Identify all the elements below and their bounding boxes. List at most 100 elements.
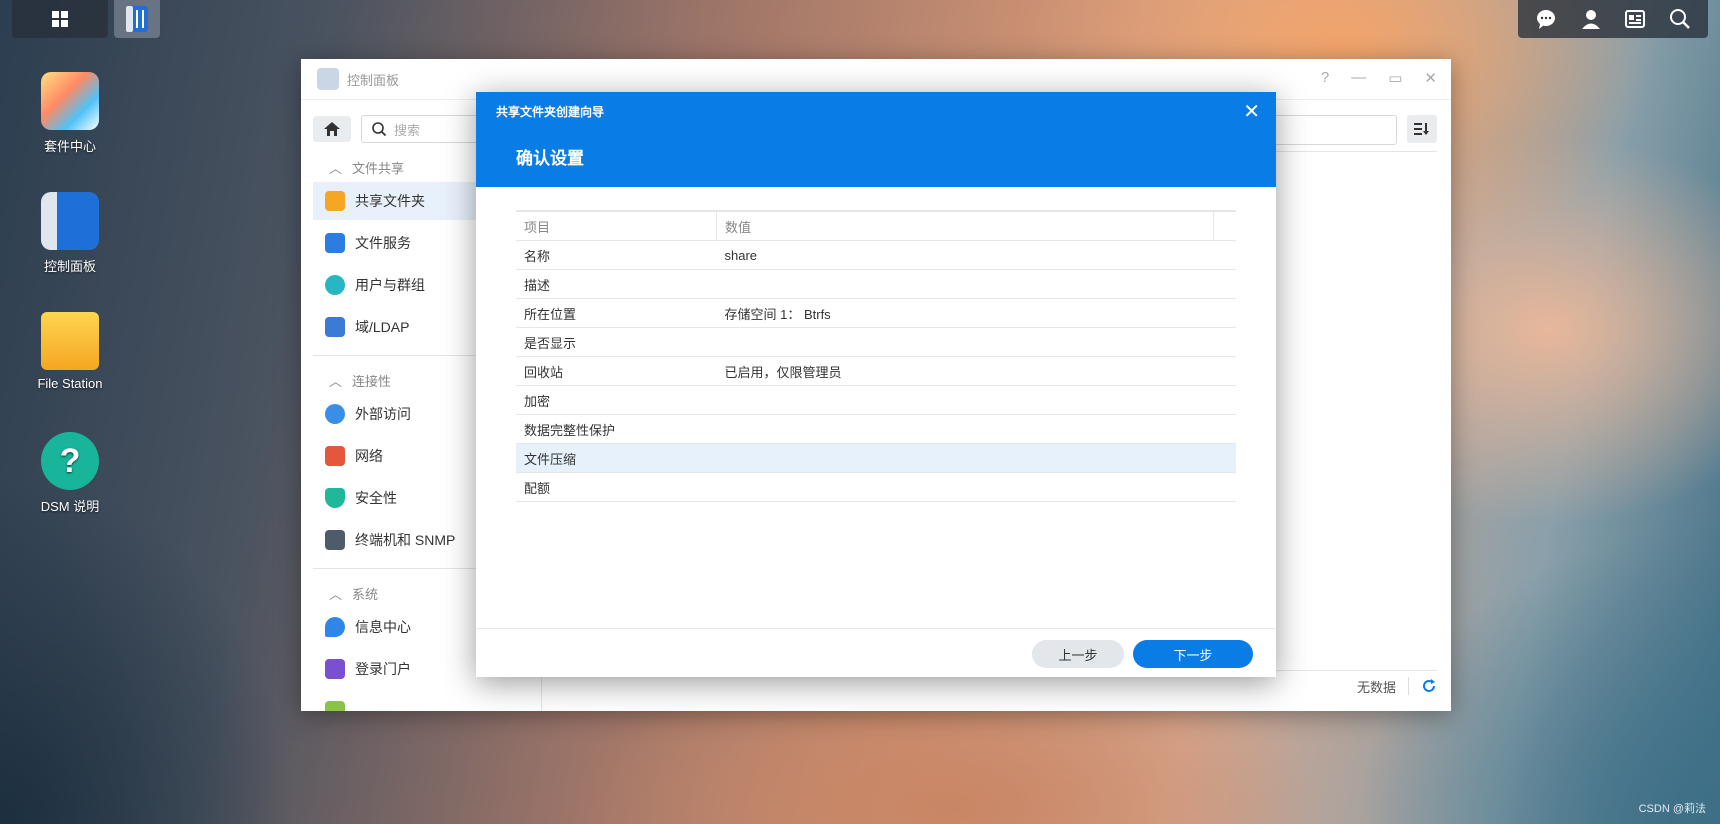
sidebar-item-label: 用户与群组 bbox=[355, 277, 425, 293]
maximize-icon[interactable]: ▭ bbox=[1388, 69, 1402, 87]
taskbar-left bbox=[12, 0, 160, 38]
region-icon bbox=[325, 701, 345, 711]
cell-item: 是否显示 bbox=[516, 327, 717, 357]
desktop-icon-label: DSM 说明 bbox=[40, 499, 100, 514]
table-header-row: 项目 数值 bbox=[516, 211, 1236, 241]
info-icon bbox=[325, 617, 345, 637]
column-header-item[interactable]: 项目 bbox=[516, 211, 717, 241]
table-row-highlighted[interactable]: 文件压缩 bbox=[516, 443, 1236, 473]
search-placeholder: 搜索 bbox=[394, 122, 421, 138]
sidebar-item-label: 安全性 bbox=[355, 490, 397, 506]
table-row[interactable]: 描述 bbox=[516, 269, 1236, 299]
divider bbox=[1408, 677, 1409, 695]
search-icon bbox=[372, 122, 386, 136]
users-icon bbox=[325, 275, 345, 295]
login-portal-icon bbox=[325, 659, 345, 679]
table-row[interactable]: 数据完整性保护 bbox=[516, 414, 1236, 444]
minimize-icon[interactable]: — bbox=[1351, 69, 1366, 87]
cell-item: 回收站 bbox=[516, 356, 717, 386]
cell-item: 配额 bbox=[516, 472, 717, 502]
column-header-value[interactable]: 数值 bbox=[716, 211, 1214, 241]
sidebar-item-label: 网络 bbox=[355, 448, 383, 464]
chat-icon[interactable] bbox=[1535, 8, 1557, 30]
widgets-icon[interactable] bbox=[1624, 8, 1646, 30]
help-icon: ? bbox=[41, 432, 99, 490]
package-center-icon bbox=[41, 72, 99, 130]
settings-summary-table: 项目 数值 名称 share 描述 所在位置 存储空间 1： Btrfs 是否显示 … bbox=[516, 210, 1236, 502]
section-file-sharing[interactable]: ︿ 文件共享 bbox=[329, 158, 404, 177]
close-icon[interactable]: ✕ bbox=[1243, 102, 1260, 122]
cell-item: 数据完整性保护 bbox=[516, 414, 717, 444]
control-panel-icon bbox=[41, 192, 99, 250]
sidebar-item-label: 终端机和 SNMP bbox=[355, 532, 456, 548]
home-button[interactable] bbox=[313, 116, 351, 142]
watermark: CSDN @莉法 bbox=[1638, 803, 1706, 815]
desktop-icon-label: 控制面板 bbox=[43, 259, 96, 274]
external-access-icon bbox=[325, 404, 345, 424]
file-services-icon bbox=[325, 233, 345, 253]
cell-item: 名称 bbox=[516, 240, 717, 270]
cell-value bbox=[716, 269, 1236, 299]
cell-item: 加密 bbox=[516, 385, 717, 415]
folder-icon bbox=[41, 312, 99, 370]
next-button[interactable]: 下一步 bbox=[1133, 640, 1253, 668]
previous-button[interactable]: 上一步 bbox=[1032, 640, 1124, 668]
wizard-header: 共享文件夹创建向导 确认设置 ✕ bbox=[476, 92, 1276, 187]
cell-value bbox=[716, 327, 1236, 357]
sidebar-item-label: 共享文件夹 bbox=[355, 193, 425, 209]
chevron-up-icon: ︿ bbox=[329, 161, 343, 176]
section-label: 文件共享 bbox=[352, 161, 405, 176]
wizard-footer: 上一步 下一步 bbox=[476, 628, 1276, 677]
desktop-icon-package-center[interactable]: 套件中心 bbox=[20, 72, 120, 155]
wizard-title: 共享文件夹创建向导 bbox=[496, 105, 605, 119]
desktop-icon-label: File Station bbox=[37, 376, 103, 391]
network-icon bbox=[325, 446, 345, 466]
help-icon[interactable]: ? bbox=[1321, 69, 1329, 87]
shared-folder-wizard-dialog: 共享文件夹创建向导 确认设置 ✕ 项目 数值 名称 share 描述 所在位置 存储… bbox=[476, 92, 1276, 677]
sidebar-item-label: 域/LDAP bbox=[355, 319, 410, 335]
sidebar-item-partial[interactable] bbox=[313, 692, 541, 711]
shield-icon bbox=[325, 488, 345, 508]
table-row[interactable]: 配额 bbox=[516, 472, 1236, 502]
cell-value bbox=[716, 443, 1236, 473]
chevron-up-icon: ︿ bbox=[329, 374, 343, 389]
section-system[interactable]: ︿ 系统 bbox=[329, 584, 378, 603]
cell-value: share bbox=[716, 240, 1236, 270]
taskbar-right bbox=[1518, 0, 1708, 38]
table-row[interactable]: 加密 bbox=[516, 385, 1236, 415]
cell-value bbox=[716, 385, 1236, 415]
window-title: 控制面板 bbox=[347, 72, 400, 88]
section-label: 系统 bbox=[352, 587, 379, 602]
control-panel-icon bbox=[126, 6, 148, 32]
main-menu-button[interactable] bbox=[12, 0, 108, 38]
desktop-icon-control-panel[interactable]: 控制面板 bbox=[20, 192, 120, 275]
cell-item: 描述 bbox=[516, 269, 717, 299]
sidebar-item-label: 外部访问 bbox=[355, 406, 411, 422]
column-header-spacer bbox=[1213, 211, 1236, 241]
terminal-icon bbox=[325, 530, 345, 550]
desktop-icon-label: 套件中心 bbox=[43, 139, 96, 154]
search-icon[interactable] bbox=[1669, 8, 1691, 30]
table-row[interactable]: 回收站 已启用，仅限管理员 bbox=[516, 356, 1236, 386]
control-panel-icon bbox=[317, 68, 339, 90]
cell-item: 所在位置 bbox=[516, 298, 717, 328]
sidebar-item-label: 信息中心 bbox=[355, 619, 411, 635]
taskbar-control-panel-button[interactable] bbox=[114, 0, 160, 38]
cell-value: 已启用，仅限管理员 bbox=[716, 356, 1236, 386]
table-row[interactable]: 所在位置 存储空间 1： Btrfs bbox=[516, 298, 1236, 328]
domain-icon bbox=[325, 317, 345, 337]
status-text: 无数据 bbox=[1356, 679, 1396, 695]
refresh-icon[interactable] bbox=[1421, 678, 1437, 694]
desktop-icon-file-station[interactable]: File Station bbox=[20, 312, 120, 391]
chevron-up-icon: ︿ bbox=[329, 587, 343, 602]
table-row[interactable]: 名称 share bbox=[516, 240, 1236, 270]
close-icon[interactable]: ✕ bbox=[1424, 69, 1437, 87]
desktop-icon-dsm-help[interactable]: ? DSM 说明 bbox=[20, 432, 120, 515]
sort-button[interactable] bbox=[1407, 115, 1437, 143]
table-row[interactable]: 是否显示 bbox=[516, 327, 1236, 357]
sort-icon bbox=[1414, 123, 1429, 135]
user-icon[interactable] bbox=[1580, 8, 1602, 30]
sidebar-item-label: 文件服务 bbox=[355, 235, 411, 251]
shared-folder-icon bbox=[325, 191, 345, 211]
section-connectivity[interactable]: ︿ 连接性 bbox=[329, 371, 391, 390]
